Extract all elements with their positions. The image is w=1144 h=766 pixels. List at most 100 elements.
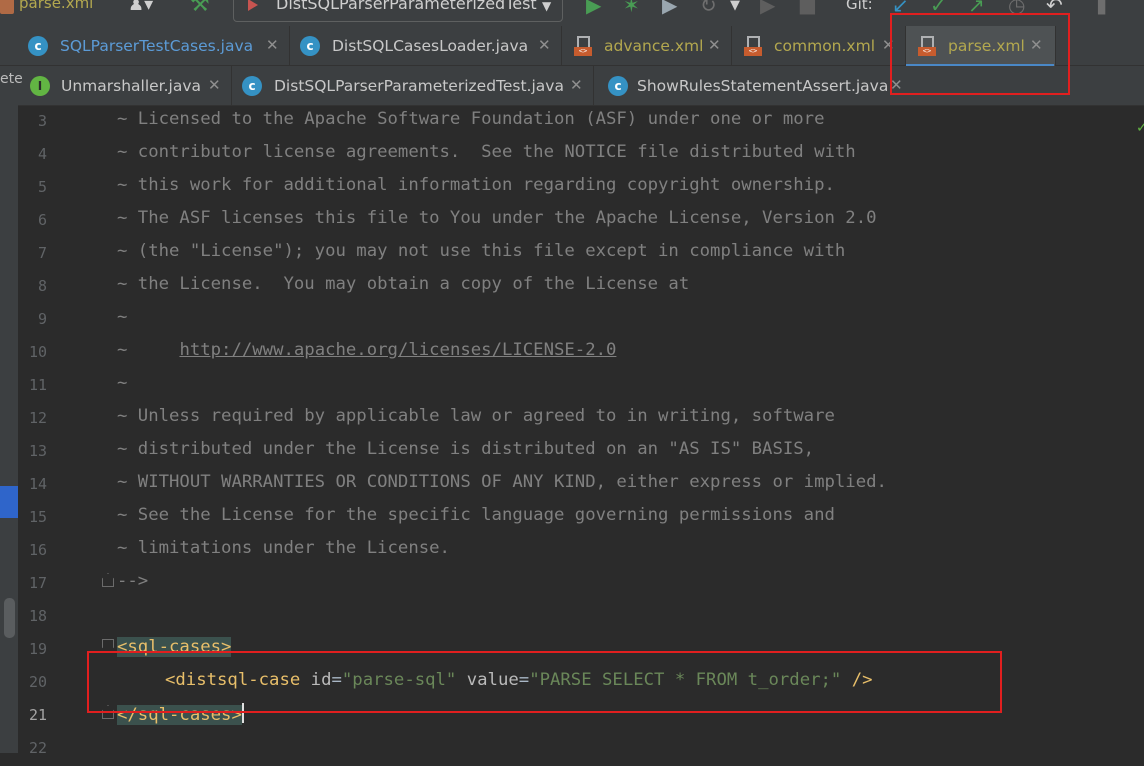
tab-advance-xml[interactable]: <> advance.xml ✕ <box>562 26 732 66</box>
comment-text: ~ See the License for the specific langu… <box>117 505 835 525</box>
comment-text: ~ Licensed to the Apache Software Founda… <box>117 109 825 129</box>
license-link[interactable]: http://www.apache.org/licenses/LICENSE-2… <box>179 340 616 360</box>
tab-label: Unmarshaller.java <box>61 77 202 95</box>
line-number: 10 <box>28 343 47 361</box>
line-number: 5 <box>37 178 47 196</box>
comment-text: ~ the License. You may obtain a copy of … <box>117 274 690 294</box>
code-line: 16 ~ limitations under the License. <box>18 535 1144 568</box>
code-line: 10 ~ http://www.apache.org/licenses/LICE… <box>18 337 1144 370</box>
comment-text: ~ (the "License"); you may not use this … <box>117 241 846 261</box>
close-icon[interactable]: ✕ <box>1030 36 1043 54</box>
tab-showrulesstatementassert[interactable]: c ShowRulesStatementAssert.java ✕ <box>594 66 914 106</box>
git-history-icon[interactable]: ◷ <box>1008 0 1025 17</box>
fold-close-icon[interactable] <box>102 705 114 719</box>
code-editor[interactable]: ✓ 3 ~ Licensed to the Apache Software Fo… <box>18 106 1144 757</box>
code-line: 8 ~ the License. You may obtain a copy o… <box>18 271 1144 304</box>
tab-label: SQLParserTestCases.java <box>60 37 254 55</box>
code-line: 13 ~ distributed under the License is di… <box>18 436 1144 469</box>
tab-parse-xml[interactable]: <> parse.xml ✕ <box>906 26 1056 68</box>
build-hammer-icon[interactable]: ⚒ <box>190 0 210 17</box>
text-caret <box>241 703 244 723</box>
tab-sqlparsertestcases[interactable]: c SQLParserTestCases.java ✕ <box>18 26 290 66</box>
code-line: 17 --> <box>18 568 1144 601</box>
coverage-icon[interactable]: ▶ <box>662 0 677 17</box>
chevron-down-icon: ▼ <box>542 0 552 13</box>
editor-tab-row-1: c SQLParserTestCases.java ✕ c DistSQLCas… <box>0 26 1144 68</box>
tab-common-xml[interactable]: <> common.xml ✕ <box>732 26 906 66</box>
attr-id: id <box>310 670 332 690</box>
close-icon[interactable]: ✕ <box>208 76 221 94</box>
main-toolbar: parse.xml ♟▾ ⚒ DistSQLParserParameterize… <box>0 0 1144 26</box>
comment-text: ~ http://www.apache.org/licenses/LICENSE… <box>117 340 616 360</box>
java-class-icon: c <box>608 76 628 96</box>
run-configuration-label: DistSQLParserParameterizedTest <box>276 0 537 13</box>
java-interface-icon: I <box>30 76 50 96</box>
java-class-icon: c <box>28 36 48 56</box>
line-number: 14 <box>28 475 47 493</box>
profile-icon[interactable]: ↻ <box>700 0 717 17</box>
xml-code: </sql-cases> <box>117 703 244 725</box>
line-number: 3 <box>37 112 47 130</box>
xml-file-icon <box>0 0 14 14</box>
code-line: 22 <box>18 733 1144 766</box>
git-update-icon[interactable]: ↙ <box>892 0 909 17</box>
current-file-breadcrumb[interactable]: parse.xml <box>19 0 93 12</box>
close-icon[interactable]: ✕ <box>890 76 903 94</box>
tab-unmarshaller[interactable]: I Unmarshaller.java ✕ <box>18 66 232 106</box>
code-line: 9 ~ <box>18 304 1144 337</box>
line-number: 16 <box>28 541 47 559</box>
code-line: 20 <distsql-case id="parse-sql" value="P… <box>18 667 1144 700</box>
user-icon[interactable]: ♟▾ <box>128 0 153 15</box>
sql-cases-close-tag: </sql-cases> <box>117 705 242 725</box>
close-icon[interactable]: ✕ <box>266 36 279 54</box>
line-number: 13 <box>28 442 47 460</box>
code-line: 12 ~ Unless required by applicable law o… <box>18 403 1144 436</box>
comment-text: ~ WITHOUT WARRANTIES OR CONDITIONS OF AN… <box>117 472 887 492</box>
project-panel-scrollbar[interactable] <box>4 598 15 638</box>
close-icon[interactable]: ✕ <box>538 36 551 54</box>
close-icon[interactable]: ✕ <box>570 76 583 94</box>
vcs-operations-icon[interactable]: ▮ <box>1096 0 1107 17</box>
project-panel-edge: ete <box>0 66 23 753</box>
tab-label: advance.xml <box>604 37 704 55</box>
tab-label: parse.xml <box>948 37 1025 55</box>
code-line: 7 ~ (the "License"); you may not use thi… <box>18 238 1144 271</box>
self-close-tag: /> <box>851 670 873 690</box>
line-number: 9 <box>37 310 47 328</box>
project-panel-truncated-label: ete <box>0 71 23 87</box>
more-run-options-icon[interactable]: ▼ <box>730 0 740 13</box>
run-icon[interactable]: ▶ <box>586 0 601 17</box>
comment-text: ~ Unless required by applicable law or a… <box>117 406 835 426</box>
debug-icon[interactable]: ✶ <box>623 0 640 17</box>
code-line: 4 ~ contributor license agreements. See … <box>18 139 1144 172</box>
line-number: 12 <box>28 409 47 427</box>
git-push-icon[interactable]: ↗ <box>968 0 985 17</box>
line-number: 22 <box>28 739 47 757</box>
tab-label: common.xml <box>774 37 876 55</box>
code-line: 5 ~ this work for additional information… <box>18 172 1144 205</box>
comment-prefix: ~ <box>117 340 180 360</box>
xml-code: <distsql-case id="parse-sql" value="PARS… <box>165 670 873 690</box>
tab-distsqlcasesloader[interactable]: c DistSQLCasesLoader.java ✕ <box>290 26 562 66</box>
xml-file-icon: <> <box>744 36 762 56</box>
close-icon[interactable]: ✕ <box>882 36 895 54</box>
line-number: 7 <box>37 244 47 262</box>
code-line: 18 <box>18 601 1144 634</box>
attr-id-value: "parse-sql" <box>341 670 457 690</box>
comment-text: ~ contributor license agreements. See th… <box>117 142 856 162</box>
tab-distsqlparserparameterizedtest[interactable]: c DistSQLParserParameterizedTest.java ✕ <box>232 66 594 106</box>
close-icon[interactable]: ✕ <box>708 36 721 54</box>
git-rollback-icon[interactable]: ↶ <box>1046 0 1063 17</box>
xml-file-icon: <> <box>918 36 936 56</box>
line-number: 4 <box>37 145 47 163</box>
comment-text: ~ this work for additional information r… <box>117 175 835 195</box>
fold-open-icon[interactable] <box>102 639 114 653</box>
editor-tab-row-2: I Unmarshaller.java ✕ c DistSQLParserPar… <box>0 66 1144 106</box>
code-line: 19 <sql-cases> <box>18 634 1144 667</box>
git-commit-icon[interactable]: ✓ <box>930 0 947 17</box>
line-number: 17 <box>28 574 47 592</box>
fold-close-icon[interactable] <box>102 573 114 587</box>
run-configuration-select[interactable]: DistSQLParserParameterizedTest ▼ <box>233 0 563 22</box>
attr-value: value <box>466 670 519 690</box>
distsql-case-tag: <distsql-case <box>165 670 301 690</box>
